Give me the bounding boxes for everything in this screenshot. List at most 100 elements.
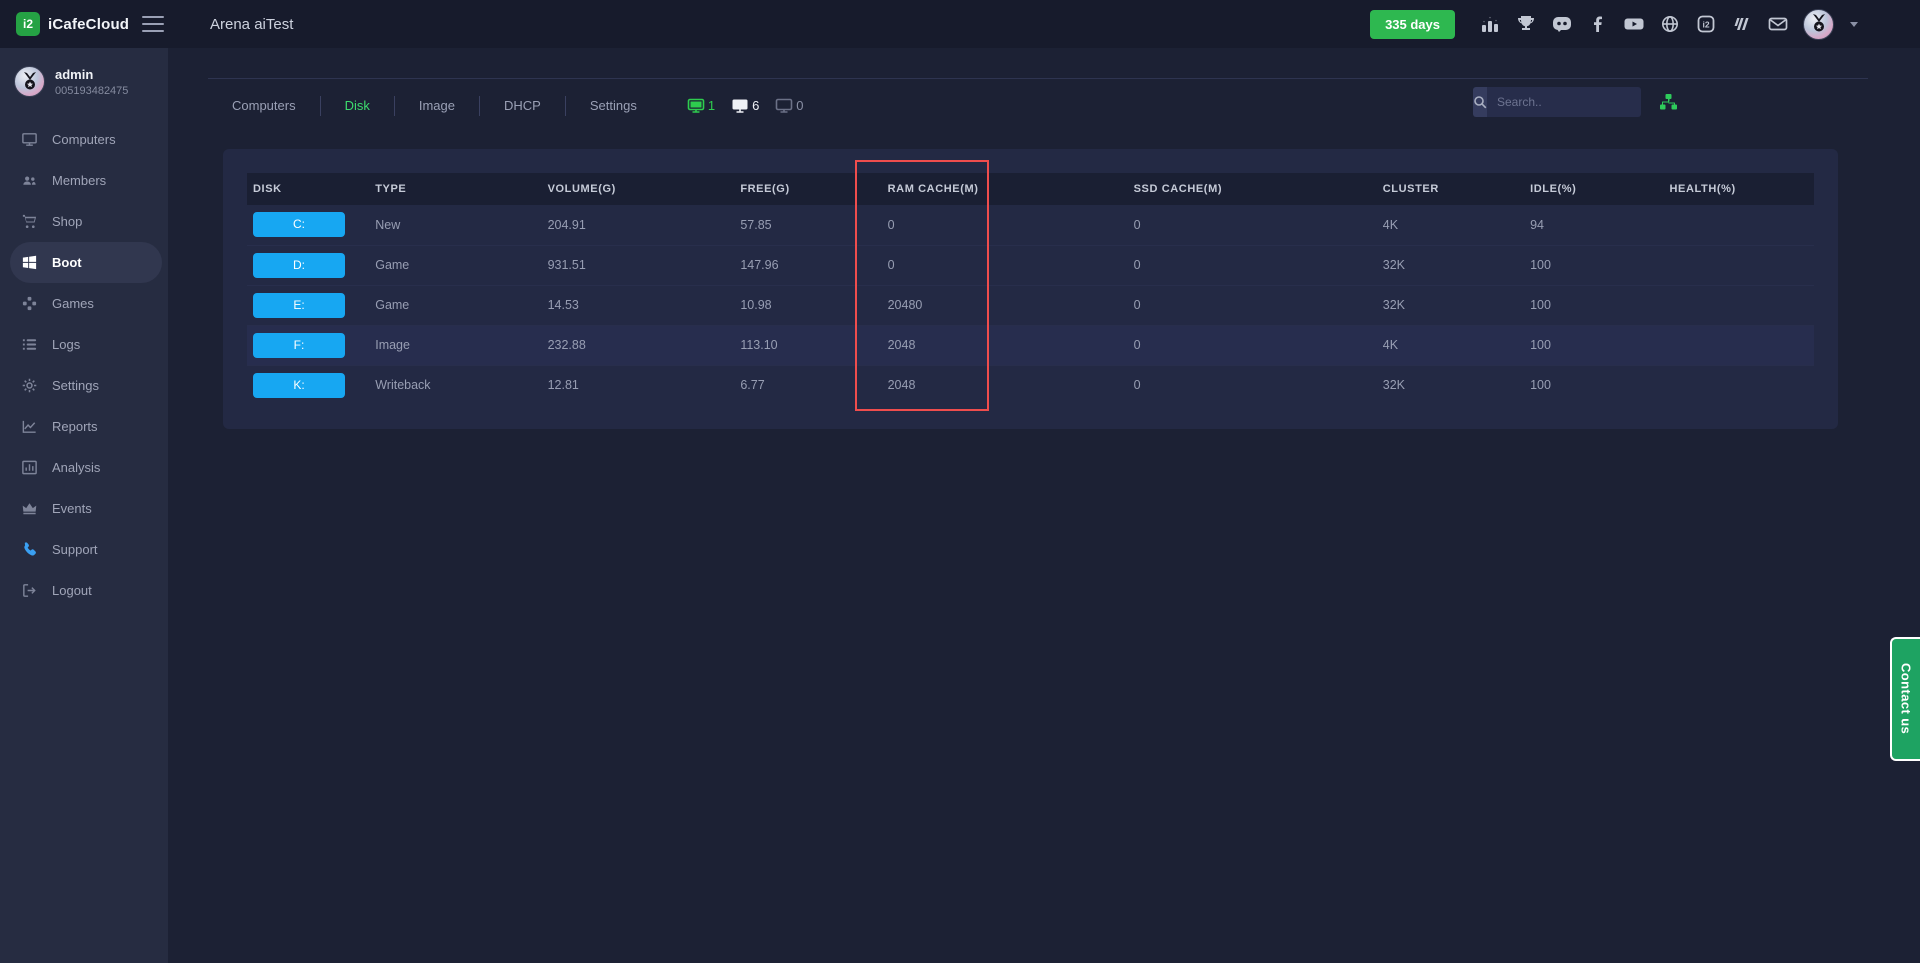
cell-volume: 14.53 [542,285,735,325]
svg-text:i2: i2 [1702,20,1709,30]
sidebar-item-members[interactable]: Members [0,160,168,201]
sidebar-item-label: Members [52,173,106,188]
user-name: admin [55,67,128,82]
table-row: D: Game 931.51 147.96 0 0 32K 100 [247,245,1814,285]
col-health: HEALTH(%) [1664,173,1814,205]
table-header-row: DISK TYPE VOLUME(G) FREE(G) RAM CACHE(M)… [247,173,1814,205]
sidebar-item-label: Games [52,296,94,311]
license-days-badge[interactable]: 335 days [1370,10,1455,39]
ranking-icon[interactable] [1479,13,1501,35]
youtube-icon[interactable] [1623,13,1645,35]
sidebar-item-settings[interactable]: Settings [0,365,168,406]
monitors-total[interactable]: 6 [731,98,759,114]
cell-volume: 204.91 [542,205,735,245]
icafe-icon[interactable]: i2 [1695,13,1717,35]
main-content: Computers Disk Image DHCP Settings 1 6 0 [168,48,1920,963]
cell-idle: 100 [1524,365,1663,405]
app-logo[interactable]: i2 iCafeCloud [0,12,138,36]
col-ssd-cache: SSD CACHE(M) [1128,173,1377,205]
sidebar-item-shop[interactable]: Shop [0,201,168,242]
cell-health [1664,365,1814,405]
col-free: FREE(G) [734,173,881,205]
sidebar-item-analysis[interactable]: Analysis [0,447,168,488]
cell-free: 113.10 [734,325,881,365]
sidebar-item-events[interactable]: Events [0,488,168,529]
disk-button[interactable]: E: [253,293,345,318]
sidebar-item-label: Settings [52,378,99,393]
cell-ssd-cache: 0 [1128,245,1377,285]
cell-ram-cache: 0 [882,205,1128,245]
discord-icon[interactable] [1551,13,1573,35]
chevron-down-icon[interactable] [1850,22,1858,27]
disk-table-card: DISK TYPE VOLUME(G) FREE(G) RAM CACHE(M)… [223,149,1838,429]
cell-ram-cache: 20480 [882,285,1128,325]
tab-settings[interactable]: Settings [566,91,661,121]
col-ram-cache: RAM CACHE(M) [882,173,1128,205]
network-sitemap-icon[interactable] [1659,93,1678,111]
cell-free: 147.96 [734,245,881,285]
sidebar-item-games[interactable]: Games [0,283,168,324]
cell-ram-cache: 2048 [882,365,1128,405]
col-volume: VOLUME(G) [542,173,735,205]
sidebar-nav: Computers Members Shop Boot Games Logs S… [0,119,168,611]
col-disk: DISK [247,173,369,205]
sidebar-item-boot[interactable]: Boot [10,242,162,283]
layers-icon[interactable] [1731,13,1753,35]
icafecloud-logo-icon: i2 [16,12,40,36]
user-id: 005193482475 [55,85,128,97]
cell-cluster: 32K [1377,245,1524,285]
disk-button[interactable]: F: [253,333,345,358]
disk-table: DISK TYPE VOLUME(G) FREE(G) RAM CACHE(M)… [247,173,1814,405]
menu-toggle-icon[interactable] [142,16,164,32]
search-icon[interactable] [1473,87,1487,117]
sidebar-item-logs[interactable]: Logs [0,324,168,365]
tab-image[interactable]: Image [395,91,479,121]
disk-button[interactable]: K: [253,373,345,398]
cell-idle: 94 [1524,205,1663,245]
sidebar-item-support[interactable]: Support [0,529,168,570]
monitors-online[interactable]: 1 [687,98,715,114]
app-logo-text: iCafeCloud [48,16,129,33]
disk-button[interactable]: D: [253,253,345,278]
sidebar-item-logout[interactable]: Logout [0,570,168,611]
cell-health [1664,245,1814,285]
tab-dhcp[interactable]: DHCP [480,91,565,121]
monitors-offline[interactable]: 0 [775,98,803,114]
monitors-offline-count: 0 [796,98,803,113]
trophy-icon[interactable] [1515,13,1537,35]
cell-volume: 232.88 [542,325,735,365]
mail-icon[interactable] [1767,13,1789,35]
contact-us-button[interactable]: Contact us [1890,637,1920,761]
cell-idle: 100 [1524,325,1663,365]
search-group [1473,87,1678,117]
sidebar-avatar [14,66,45,97]
tab-bar: Computers Disk Image DHCP Settings [208,91,661,121]
sidebar-item-reports[interactable]: Reports [0,406,168,447]
monitors-total-count: 6 [752,98,759,113]
toolbar: Computers Disk Image DHCP Settings 1 6 0 [208,78,1868,121]
cell-idle: 100 [1524,245,1663,285]
cell-free: 57.85 [734,205,881,245]
cell-ssd-cache: 0 [1128,205,1377,245]
sidebar: admin 005193482475 Computers Members Sho… [0,48,168,963]
page-title: Arena aiTest [210,16,293,33]
sidebar-item-label: Reports [52,419,98,434]
globe-icon[interactable] [1659,13,1681,35]
disk-button[interactable]: C: [253,212,345,237]
cell-health [1664,205,1814,245]
cell-health [1664,325,1814,365]
sidebar-user[interactable]: admin 005193482475 [0,48,168,111]
tab-disk[interactable]: Disk [321,91,394,121]
cell-type: Game [369,245,541,285]
sidebar-item-label: Computers [52,132,116,147]
user-avatar[interactable] [1803,9,1834,40]
cell-cluster: 4K [1377,205,1524,245]
search-input[interactable] [1487,87,1641,117]
cell-health [1664,285,1814,325]
sidebar-item-computers[interactable]: Computers [0,119,168,160]
cell-ssd-cache: 0 [1128,325,1377,365]
tab-computers[interactable]: Computers [208,91,320,121]
sidebar-item-label: Events [52,501,92,516]
facebook-icon[interactable] [1587,13,1609,35]
cell-free: 10.98 [734,285,881,325]
